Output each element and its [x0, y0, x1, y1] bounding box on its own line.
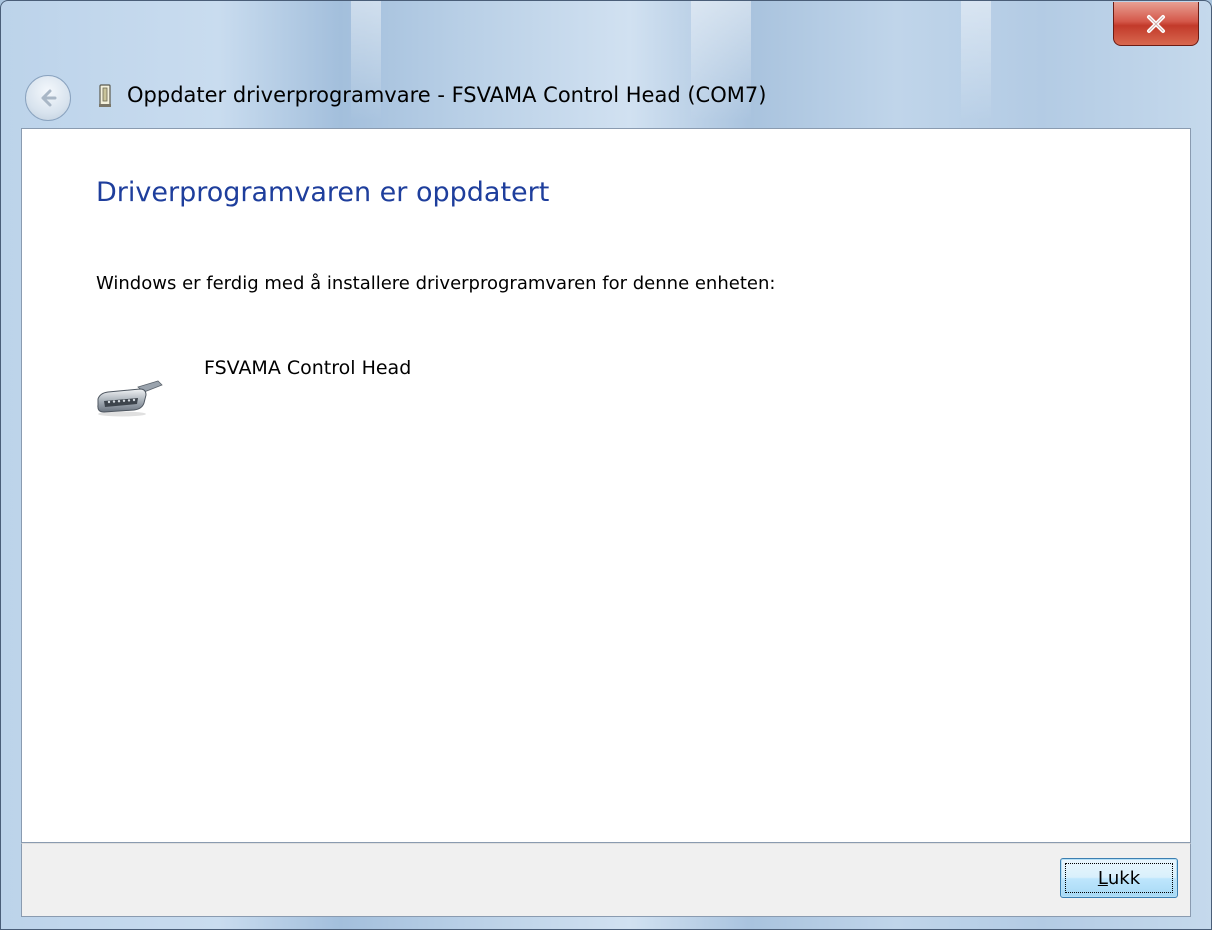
close-window-button[interactable] — [1113, 2, 1199, 46]
serial-port-device-icon — [97, 380, 163, 417]
device-port-icon — [99, 84, 111, 107]
close-button-accesskey: L — [1097, 867, 1108, 889]
title-bar: Oppdater driverprogramvare - FSVAMA Cont… — [1, 1, 1211, 125]
page-heading: Driverprogramvaren er oppdatert — [96, 177, 550, 208]
back-button[interactable] — [25, 75, 71, 121]
completion-message: Windows er ferdig med å installere drive… — [96, 273, 776, 294]
close-button-label: ukk — [1107, 867, 1141, 889]
close-x-icon — [1147, 14, 1165, 33]
back-arrow-icon — [41, 89, 57, 107]
window-title: Oppdater driverprogramvare - FSVAMA Cont… — [127, 83, 767, 107]
device-name: FSVAMA Control Head — [204, 357, 412, 379]
wizard-content: Driverprogramvaren er oppdatert Windows … — [21, 128, 1191, 843]
wizard-window: Oppdater driverprogramvare - FSVAMA Cont… — [0, 0, 1212, 930]
wizard-footer: Lukk — [21, 843, 1191, 917]
close-button[interactable]: Lukk — [1060, 858, 1178, 898]
